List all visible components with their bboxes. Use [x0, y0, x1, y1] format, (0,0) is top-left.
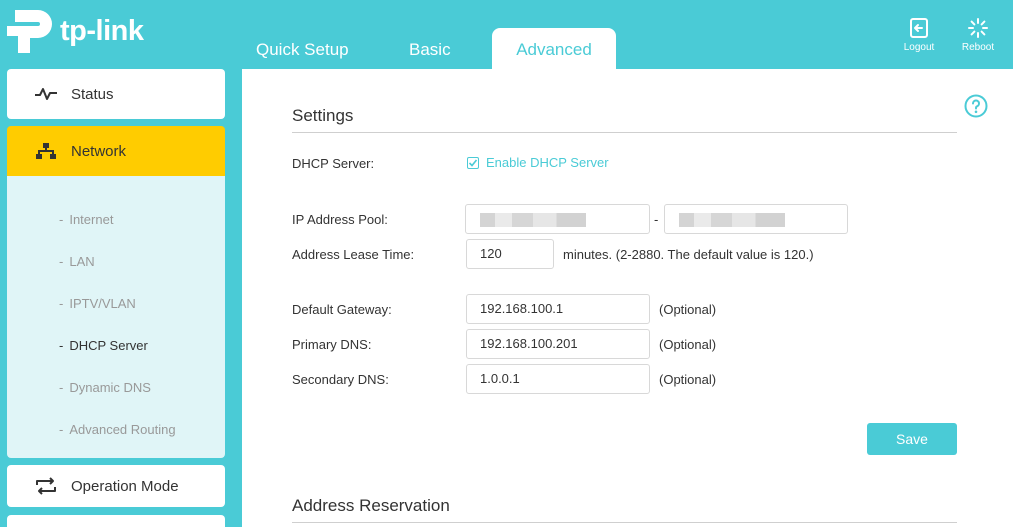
submenu-item-label: Dynamic DNS — [69, 380, 151, 395]
dhcp-server-label: DHCP Server: — [292, 156, 375, 171]
save-button[interactable]: Save — [867, 423, 957, 455]
logout-button[interactable]: Logout — [897, 17, 941, 53]
secondary-dns-label: Secondary DNS: — [292, 372, 389, 387]
submenu-item-dynamic-dns[interactable]: - Dynamic DNS — [59, 380, 151, 395]
redacted-value — [679, 213, 785, 227]
submenu-item-label: Internet — [69, 212, 114, 227]
checkbox-box[interactable] — [467, 156, 479, 169]
main-panel: Settings DHCP Server: Enable DHCP Server… — [242, 69, 1013, 527]
sidebar-item-operation-mode[interactable]: Operation Mode — [7, 465, 225, 507]
tp-link-logo-icon — [7, 10, 52, 53]
brand-name: tp-link — [60, 14, 144, 47]
submenu-item-label: IPTV/VLAN — [69, 296, 136, 311]
lease-time-label: Address Lease Time: — [292, 247, 415, 262]
sidebar-item-partial[interactable] — [7, 515, 225, 527]
enable-dhcp-label: Enable DHCP Server — [486, 155, 609, 170]
sidebar-item-status[interactable]: Status — [7, 69, 225, 119]
ip-pool-label: IP Address Pool: — [292, 212, 388, 227]
tab-advanced[interactable]: Advanced — [492, 28, 616, 69]
reservation-divider — [292, 522, 957, 523]
tab-basic[interactable]: Basic — [409, 28, 451, 69]
reboot-icon — [968, 18, 988, 38]
reboot-button[interactable]: Reboot — [956, 17, 1000, 53]
optional-note: (Optional) — [659, 372, 717, 387]
optional-note: (Optional) — [659, 337, 717, 352]
enable-dhcp-checkbox[interactable]: Enable DHCP Server — [467, 155, 609, 170]
submenu-item-iptv-vlan[interactable]: - IPTV/VLAN — [59, 296, 136, 311]
optional-note: (Optional) — [659, 302, 717, 317]
checkmark-icon — [468, 158, 478, 167]
tab-quick-setup[interactable]: Quick Setup — [256, 28, 349, 69]
redacted-value — [480, 213, 586, 227]
address-reservation-title: Address Reservation — [292, 496, 450, 515]
submenu-item-label: DHCP Server — [69, 338, 148, 353]
submenu-item-label: LAN — [69, 254, 95, 269]
ip-pool-start-field[interactable] — [465, 204, 650, 234]
primary-dns-label: Primary DNS: — [292, 337, 372, 352]
default-gateway-label: Default Gateway: — [292, 302, 392, 317]
ip-pool-separator: - — [654, 212, 659, 227]
ip-pool-end-field[interactable] — [664, 204, 848, 234]
default-gateway-field[interactable]: 192.168.100.1 — [466, 294, 650, 324]
submenu-item-internet[interactable]: - Internet — [59, 212, 113, 227]
submenu-item-lan[interactable]: - LAN — [59, 254, 95, 269]
logout-label: Logout — [903, 42, 935, 53]
submenu-item-label: Advanced Routing — [69, 422, 176, 437]
lease-time-field[interactable]: 120 — [466, 239, 554, 269]
submenu-item-dhcp-server[interactable]: - DHCP Server — [59, 338, 148, 353]
sidebar-item-label: Operation Mode — [71, 477, 179, 495]
settings-section-title: Settings — [292, 106, 354, 125]
primary-dns-field[interactable]: 192.168.100.201 — [466, 329, 650, 359]
tp-link-logo: tp-link — [6, 6, 144, 56]
secondary-dns-field[interactable]: 1.0.0.1 — [466, 364, 650, 394]
settings-divider — [292, 132, 957, 133]
reboot-label: Reboot — [961, 42, 995, 53]
swap-arrows-icon — [34, 476, 58, 496]
logout-icon — [910, 18, 928, 38]
submenu-item-advanced-routing[interactable]: - Advanced Routing — [59, 422, 176, 437]
pulse-icon — [34, 84, 58, 104]
sidebar-item-network[interactable]: Network — [7, 126, 225, 176]
lease-time-note: minutes. (2-2880. The default value is 1… — [563, 247, 814, 262]
sidebar-item-label: Network — [71, 142, 127, 160]
network-icon — [34, 141, 58, 161]
help-icon[interactable] — [964, 94, 988, 123]
sidebar-item-label: Status — [71, 85, 114, 103]
network-submenu: - Internet - LAN - IPTV/VLAN - DHCP Server -… — [7, 176, 225, 458]
